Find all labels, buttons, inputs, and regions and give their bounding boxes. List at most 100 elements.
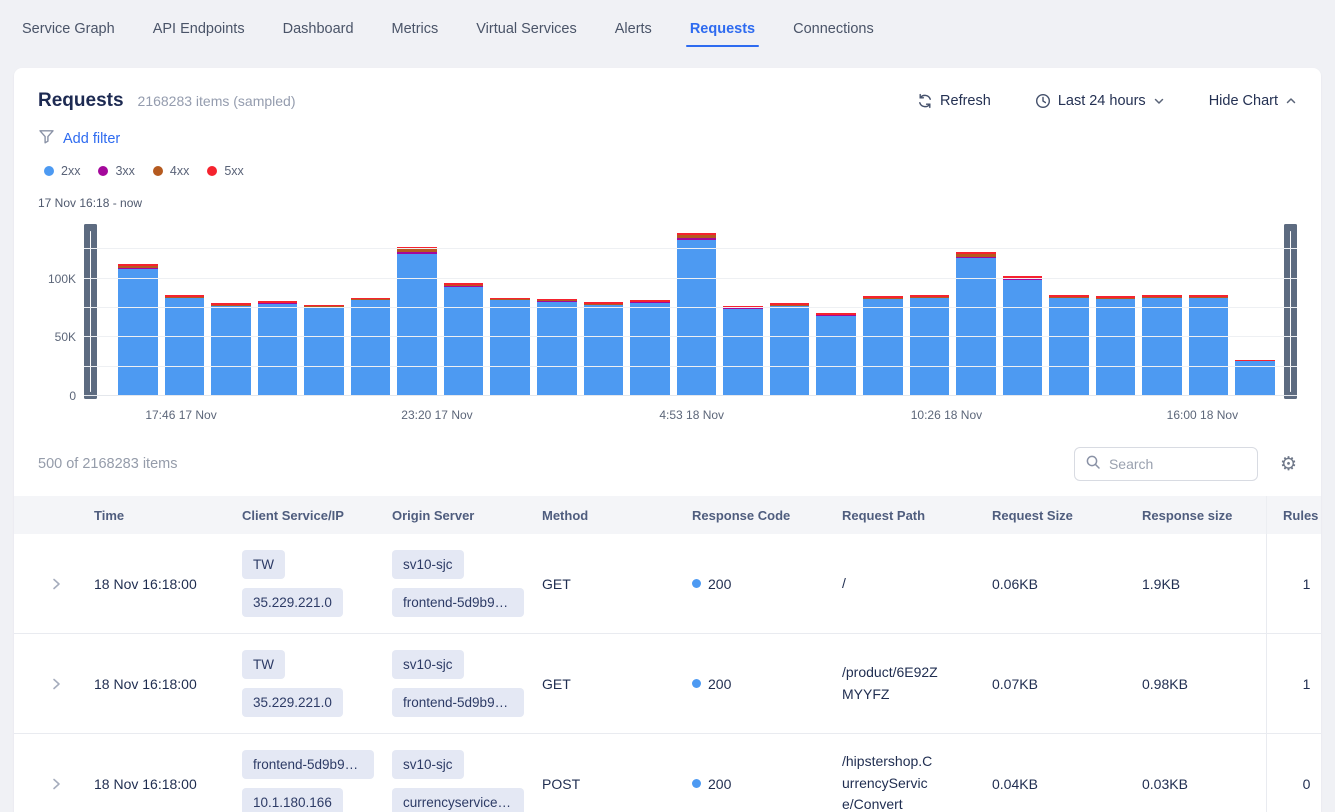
column-header-time[interactable]: Time (78, 508, 226, 523)
table-row: 18 Nov 16:18:00frontend-5d9b94...10.1.18… (14, 734, 1321, 812)
chart-bar[interactable] (444, 226, 484, 396)
filter-funnel-icon (38, 128, 55, 150)
tag-chip[interactable]: sv10-sjc (392, 650, 464, 679)
cell-method: GET (526, 664, 676, 704)
chart-bar[interactable] (258, 226, 298, 396)
nav-tab-requests[interactable]: Requests (690, 11, 755, 49)
refresh-button[interactable]: Refresh (917, 93, 991, 109)
hide-chart-toggle[interactable]: Hide Chart (1209, 93, 1297, 109)
row-expand-button[interactable] (14, 776, 78, 792)
chart-bar[interactable] (956, 226, 996, 396)
bar-segment-2xx (1003, 280, 1043, 396)
chart-bar[interactable] (490, 226, 530, 396)
nav-tab-alerts[interactable]: Alerts (615, 11, 652, 49)
nav-tab-metrics[interactable]: Metrics (392, 11, 439, 49)
chart-bar[interactable] (677, 226, 717, 396)
table-settings-gear-icon[interactable]: ⚙ (1280, 455, 1297, 474)
chart-bar[interactable] (1189, 226, 1229, 396)
nav-tab-service-graph[interactable]: Service Graph (22, 11, 115, 49)
bar-segment-2xx (258, 304, 298, 396)
column-header-method[interactable]: Method (526, 508, 676, 523)
chart-bar[interactable] (630, 226, 670, 396)
bar-segment-2xx (1096, 299, 1136, 396)
cell-client-service-ip: frontend-5d9b94... 10.1.180.166 (226, 738, 376, 812)
time-range-dropdown[interactable]: Last 24 hours (1035, 93, 1165, 109)
row-expand-button[interactable] (14, 576, 78, 592)
column-header-request-path[interactable]: Request Path (826, 508, 976, 523)
chart-bar[interactable] (1142, 226, 1182, 396)
column-header-rules-hit[interactable]: Rules hit (1266, 496, 1321, 534)
tag-chip[interactable]: sv10-sjc (392, 750, 464, 779)
chart-bar[interactable] (816, 226, 856, 396)
cell-response-code: 200 (676, 664, 826, 704)
column-header-response-code[interactable]: Response Code (676, 508, 826, 523)
bar-segment-2xx (165, 298, 205, 396)
legend-item-5xx[interactable]: 5xx (207, 164, 243, 178)
add-filter-button[interactable]: Add filter (63, 131, 120, 147)
chart-bar[interactable] (211, 226, 251, 396)
panel-header: Requests 2168283 items (sampled) Refresh… (14, 90, 1321, 112)
tag-chip[interactable]: frontend-5d9b94... (392, 688, 524, 717)
cell-response-code: 200 (676, 764, 826, 804)
chart-bar[interactable] (304, 226, 344, 396)
cell-client-service-ip: TW 35.229.221.0 (226, 638, 376, 729)
chart-bar[interactable] (910, 226, 950, 396)
chart-gridline (84, 307, 1297, 308)
tag-chip[interactable]: 35.229.221.0 (242, 688, 343, 717)
nav-tab-connections[interactable]: Connections (793, 11, 874, 49)
row-expand-button[interactable] (14, 676, 78, 692)
search-input[interactable] (1109, 456, 1247, 472)
legend-item-3xx[interactable]: 3xx (98, 164, 134, 178)
brush-handle-right[interactable] (1284, 224, 1297, 399)
tag-chip[interactable]: 35.229.221.0 (242, 588, 343, 617)
nav-tab-dashboard[interactable]: Dashboard (283, 11, 354, 49)
chart-bar[interactable] (397, 226, 437, 396)
column-header-response-size[interactable]: Response size (1126, 508, 1266, 523)
cell-response-code: 200 (676, 564, 826, 604)
chart-bar[interactable] (1003, 226, 1043, 396)
chart-bar[interactable] (351, 226, 391, 396)
chart-bar[interactable] (118, 226, 158, 396)
chevron-up-icon (1285, 95, 1297, 107)
bar-segment-2xx (863, 299, 903, 396)
bar-segment-2xx (444, 287, 484, 396)
chart-bar[interactable] (1235, 226, 1275, 396)
chart-bar[interactable] (723, 226, 763, 396)
refresh-label: Refresh (940, 93, 991, 109)
nav-tab-api-endpoints[interactable]: API Endpoints (153, 11, 245, 49)
tag-chip[interactable]: frontend-5d9b94... (242, 750, 374, 779)
cell-client-service-ip: TW 35.229.221.0 (226, 538, 376, 629)
nav-tab-virtual-services[interactable]: Virtual Services (476, 11, 576, 49)
top-navigation: Service Graph API Endpoints Dashboard Metri… (0, 0, 1335, 60)
tag-chip[interactable]: TW (242, 550, 285, 579)
response-code-value: 200 (708, 776, 731, 792)
cell-request-size: 0.07KB (976, 664, 1126, 704)
legend-item-2xx[interactable]: 2xx (44, 164, 80, 178)
legend-item-4xx[interactable]: 4xx (153, 164, 189, 178)
tag-chip[interactable]: currencyservice-... (392, 788, 524, 812)
column-header-client-service-ip[interactable]: Client Service/IP (226, 508, 376, 523)
chart-bar[interactable] (1096, 226, 1136, 396)
legend-dot-2xx (44, 166, 54, 176)
chart-bar[interactable] (1049, 226, 1089, 396)
tag-chip[interactable]: frontend-5d9b94... (392, 588, 524, 617)
tag-chip[interactable]: 10.1.180.166 (242, 788, 343, 812)
chart-bar[interactable] (537, 226, 577, 396)
chart-bar[interactable] (770, 226, 810, 396)
cell-response-size: 0.98KB (1126, 664, 1266, 704)
cell-method: GET (526, 564, 676, 604)
column-header-origin-server[interactable]: Origin Server (376, 508, 526, 523)
chart-bar[interactable] (863, 226, 903, 396)
brush-handle-left[interactable] (84, 224, 97, 399)
y-tick-label: 50K (55, 330, 76, 344)
cell-rules-hit: 0 (1266, 734, 1321, 812)
search-box[interactable] (1074, 447, 1258, 481)
column-header-request-size[interactable]: Request Size (976, 508, 1126, 523)
clock-icon (1035, 93, 1051, 109)
tag-chip[interactable]: TW (242, 650, 285, 679)
legend-dot-5xx (207, 166, 217, 176)
chart-bar[interactable] (584, 226, 624, 396)
chart-bar[interactable] (165, 226, 205, 396)
cell-response-size: 1.9KB (1126, 564, 1266, 604)
tag-chip[interactable]: sv10-sjc (392, 550, 464, 579)
